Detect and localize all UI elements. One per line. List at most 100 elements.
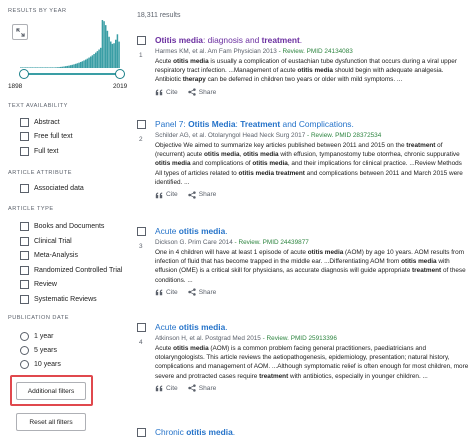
filter-clinical-trial[interactable]: Clinical Trial xyxy=(20,236,72,247)
result-select-checkbox[interactable] xyxy=(137,120,146,129)
result-title-link[interactable]: Chronic otitis media. xyxy=(155,427,469,438)
cite-button[interactable]: Cite xyxy=(155,384,178,392)
year-histogram-bar[interactable] xyxy=(81,61,84,68)
year-histogram-bar[interactable] xyxy=(108,36,110,68)
filter-books-and-documents[interactable]: Books and Documents xyxy=(20,221,104,232)
additional-filters-button[interactable]: Additional filters xyxy=(16,382,86,400)
result-title-link[interactable]: Panel 7: Otitis Media: Treatment and Com… xyxy=(155,119,469,130)
year-histogram-bar[interactable] xyxy=(48,67,50,68)
result-title-link[interactable]: Acute otitis media. xyxy=(155,226,469,237)
year-histogram-bar[interactable] xyxy=(58,67,60,68)
year-histogram-bar[interactable] xyxy=(103,21,105,68)
year-histogram-bar[interactable] xyxy=(73,64,75,68)
filter-10-years[interactable]: 10 years xyxy=(20,359,61,370)
year-histogram-bar[interactable] xyxy=(45,67,47,68)
year-histogram-bar[interactable] xyxy=(116,34,119,68)
year-histogram-bar[interactable] xyxy=(53,67,55,68)
year-histogram-bar[interactable] xyxy=(95,52,97,68)
year-histogram-bar[interactable] xyxy=(36,67,39,68)
year-histogram-bar[interactable] xyxy=(41,67,44,68)
filter-free-full-text[interactable]: Free full text xyxy=(20,131,73,142)
checkbox[interactable] xyxy=(20,147,29,156)
year-histogram-bar[interactable] xyxy=(31,67,34,68)
year-range-start-handle[interactable] xyxy=(19,69,29,79)
year-histogram-bar[interactable] xyxy=(98,49,100,68)
result-select-checkbox[interactable] xyxy=(137,36,146,45)
year-histogram-bar[interactable] xyxy=(118,41,120,68)
checkbox[interactable] xyxy=(20,118,29,127)
result-select-checkbox[interactable] xyxy=(137,428,146,437)
radio[interactable] xyxy=(20,360,29,369)
year-histogram-bar[interactable] xyxy=(110,41,112,68)
year-histogram-bar[interactable] xyxy=(70,65,72,68)
year-histogram-bar[interactable] xyxy=(66,65,69,68)
year-histogram-bar[interactable] xyxy=(28,67,30,68)
year-histogram-bar[interactable] xyxy=(83,60,85,68)
share-button[interactable]: Share xyxy=(188,384,216,392)
result-select-checkbox[interactable] xyxy=(137,323,146,332)
filter-review[interactable]: Review xyxy=(20,279,57,290)
cite-button[interactable]: Cite xyxy=(155,191,178,199)
year-histogram-bar[interactable] xyxy=(90,56,92,68)
year-histogram-bar[interactable] xyxy=(21,67,24,68)
cite-button[interactable]: Cite xyxy=(155,88,178,96)
checkbox[interactable] xyxy=(20,222,29,231)
filter-5-years[interactable]: 5 years xyxy=(20,345,57,356)
year-histogram-bar[interactable] xyxy=(113,43,115,68)
year-histogram-bar[interactable] xyxy=(78,62,80,68)
year-histogram-bar[interactable] xyxy=(101,20,104,68)
year-histogram-bar[interactable] xyxy=(71,64,74,68)
checkbox[interactable] xyxy=(20,295,29,304)
year-histogram-bar[interactable] xyxy=(43,67,45,68)
checkbox[interactable] xyxy=(20,251,29,260)
year-histogram-bar[interactable] xyxy=(50,67,52,68)
year-histogram-bar[interactable] xyxy=(35,67,37,68)
year-histogram-bar[interactable] xyxy=(20,67,22,68)
year-histogram-bar[interactable] xyxy=(68,65,70,68)
year-histogram-bar[interactable] xyxy=(80,61,82,68)
checkbox[interactable] xyxy=(20,184,29,193)
year-histogram-bar[interactable] xyxy=(23,67,25,68)
year-histogram-bar[interactable] xyxy=(91,55,94,68)
year-histogram-bar[interactable] xyxy=(55,67,57,68)
checkbox[interactable] xyxy=(20,132,29,141)
year-histogram-bar[interactable] xyxy=(46,67,49,68)
cite-button[interactable]: Cite xyxy=(155,288,178,296)
year-histogram-bar[interactable] xyxy=(56,67,59,68)
year-histogram-bar[interactable] xyxy=(96,51,99,68)
filter-full-text[interactable]: Full text xyxy=(20,146,59,157)
results-by-year-histogram[interactable] xyxy=(0,0,130,80)
filter-abstract[interactable]: Abstract xyxy=(20,117,60,128)
year-histogram-bar[interactable] xyxy=(33,67,35,68)
year-histogram-bar[interactable] xyxy=(111,43,114,68)
year-histogram-bar[interactable] xyxy=(105,25,107,69)
share-button[interactable]: Share xyxy=(188,288,216,296)
result-title-link[interactable]: Otitis media: diagnosis and treatment. xyxy=(155,35,469,46)
filter-meta-analysis[interactable]: Meta-Analysis xyxy=(20,250,78,261)
year-histogram-bar[interactable] xyxy=(25,67,27,68)
year-histogram-bar[interactable] xyxy=(40,67,42,68)
year-histogram-bar[interactable] xyxy=(86,58,89,68)
checkbox[interactable] xyxy=(20,266,29,275)
year-histogram-bar[interactable] xyxy=(65,66,67,68)
year-histogram-bar[interactable] xyxy=(63,66,65,68)
year-range-end-handle[interactable] xyxy=(115,69,125,79)
year-histogram-bar[interactable] xyxy=(100,47,102,68)
radio[interactable] xyxy=(20,346,29,355)
share-button[interactable]: Share xyxy=(188,190,216,199)
year-histogram-bar[interactable] xyxy=(30,67,32,68)
year-histogram-bar[interactable] xyxy=(38,67,40,68)
year-histogram-bar[interactable] xyxy=(115,39,117,68)
checkbox[interactable] xyxy=(20,237,29,246)
year-histogram-bar[interactable] xyxy=(60,66,62,68)
share-button[interactable]: Share xyxy=(188,88,216,96)
year-histogram-bar[interactable] xyxy=(76,63,79,68)
year-histogram-bar[interactable] xyxy=(88,57,90,68)
year-histogram-bar[interactable] xyxy=(106,30,109,68)
year-histogram-bar[interactable] xyxy=(51,67,54,68)
result-select-checkbox[interactable] xyxy=(137,227,146,236)
result-title-link[interactable]: Acute otitis media. xyxy=(155,322,469,333)
year-histogram-bar[interactable] xyxy=(61,66,64,68)
year-histogram-bar[interactable] xyxy=(75,63,77,68)
filter-1-year[interactable]: 1 year xyxy=(20,331,53,342)
